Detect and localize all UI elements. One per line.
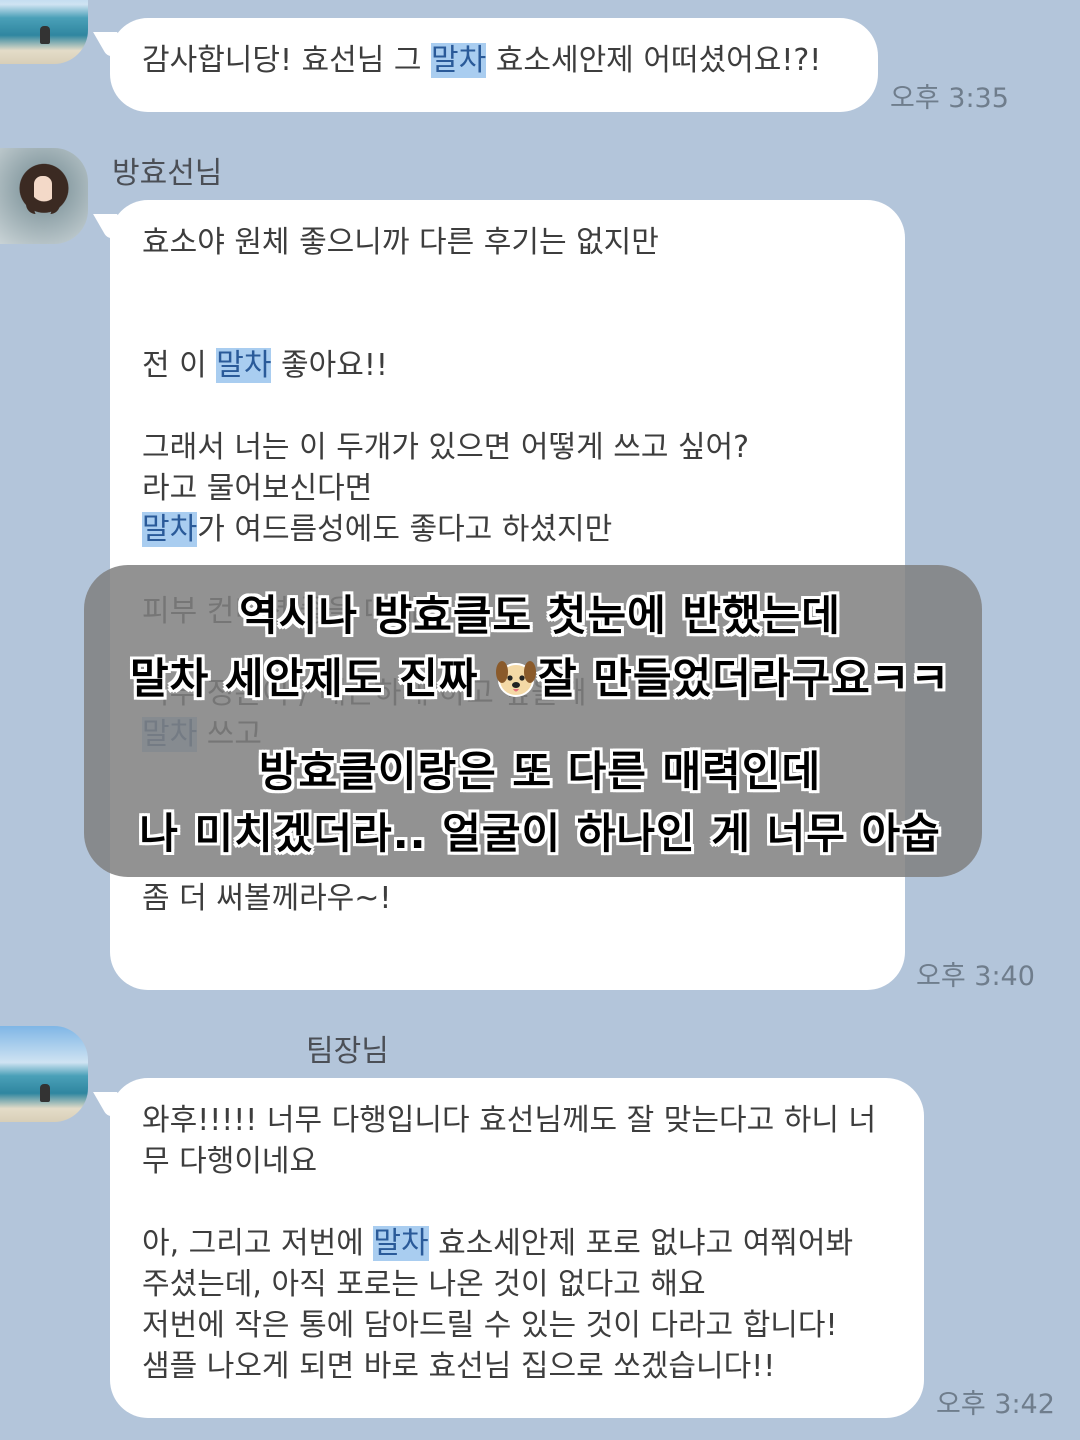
message-line: 주셨는데, 아직 포로는 나온 것이 없다고 해요 [142,1264,892,1305]
message-line [142,304,873,345]
avatar-portrait-icon [26,168,60,214]
sender-avatar[interactable] [0,1026,88,1122]
message-line [142,1182,892,1223]
message-line: 말차가 여드름성에도 좋다고 하셨지만 [142,509,873,550]
message-line: 전 이 말차 좋아요!! [142,345,873,386]
message-line: 효소야 원체 좋으니까 다른 후기는 없지만 [142,222,873,263]
sender-name: 팀장님 [306,1034,389,1069]
caption-line-3: 방효클이랑은 또 다른 매력인데 [258,747,822,796]
sender-avatar[interactable] [0,0,88,64]
message-line: 좀 더 써볼께라우~! [142,878,873,919]
message-time: 오후 3:35 [890,83,1009,114]
message-line [142,386,873,427]
highlighted-keyword: 말차 [216,348,272,383]
message-text: 좋아요!! [271,348,388,383]
message-bubble[interactable]: 와후!!!!! 너무 다행입니다 효선님께도 잘 맞는다고 하니 너무 다행이네… [110,1078,924,1418]
caption-line-1: 역시나 방효클도 첫눈에 반했는데 [239,591,841,640]
message-line: 아, 그리고 저번에 말차 효소세안제 포로 없냐고 여쭤어봐 [142,1223,892,1264]
message-text: 감사합니당! 효선님 그 [142,43,432,78]
message-text: 그래서 너는 이 두개가 있으면 어떻게 쓰고 싶어? [142,430,750,465]
message-text: 효소세안제 어떠셨어요!?! [486,43,822,78]
message-line [142,263,873,304]
message-text: 주셨는데, 아직 포로는 나온 것이 없다고 해요 [142,1267,706,1302]
message-text: 샘플 나오게 되면 바로 효선님 집으로 쏘겠습니다!! [142,1349,776,1384]
message-line: 샘플 나오게 되면 바로 효선님 집으로 쏘겠습니다!! [142,1346,892,1387]
avatar-figure-icon [40,1084,50,1102]
message-text: 전 이 [142,348,217,383]
highlighted-keyword: 말차 [373,1226,429,1261]
message-text: 가 여드름성에도 좋다고 하셨지만 [197,512,613,547]
caption-line-2: 말차 세안제도 진짜 잘 만들었더라구요ㅋㅋ [0,645,1080,706]
message-text: 좀 더 써볼께라우~! [142,881,392,916]
caption-line-4: 나 미치겠더라.. 얼굴이 하나인 게 너무 아숩 [139,809,941,858]
caption-line-2-b: 잘 만들었더라구요ㅋㅋ [537,654,951,703]
message-line: 와후!!!!! 너무 다행입니다 효선님께도 잘 맞는다고 하니 너 [142,1100,892,1141]
message-text: 저번에 작은 통에 담아드릴 수 있는 것이 다라고 합니다! [142,1308,838,1343]
message-line: 무 다행이네요 [142,1141,892,1182]
message-time: 오후 3:42 [936,1389,1055,1420]
message-line: 저번에 작은 통에 담아드릴 수 있는 것이 다라고 합니다! [142,1305,892,1346]
message-time: 오후 3:40 [916,961,1035,992]
message-text: 무 다행이네요 [142,1144,318,1179]
message-line: 감사합니당! 효선님 그 말차 효소세안제 어떠셨어요!?! [142,40,846,81]
message-bubble[interactable]: 감사합니당! 효선님 그 말차 효소세안제 어떠셨어요!?! [110,18,878,112]
message-text: 아, 그리고 저번에 [142,1226,374,1261]
message-text: 효소야 원체 좋으니까 다른 후기는 없지만 [142,225,659,260]
message-text: 효소세안제 포로 없냐고 여쭤어봐 [428,1226,854,1261]
message-text: 라고 물어보신다면 [142,471,373,506]
highlighted-keyword: 말차 [142,512,198,547]
highlighted-keyword: 말차 [431,43,487,78]
message-line: 그래서 너는 이 두개가 있으면 어떻게 쓰고 싶어? [142,427,873,468]
sender-avatar[interactable] [0,148,88,244]
avatar-figure-icon [40,26,50,44]
caption-line-2-a: 말차 세안제도 진짜 [129,654,494,703]
message-line: 라고 물어보신다면 [142,468,873,509]
message-text: 와후!!!!! 너무 다행입니다 효선님께도 잘 맞는다고 하니 너 [142,1103,877,1138]
sender-name: 방효선님 [112,156,223,191]
dog-face-icon [494,658,538,698]
